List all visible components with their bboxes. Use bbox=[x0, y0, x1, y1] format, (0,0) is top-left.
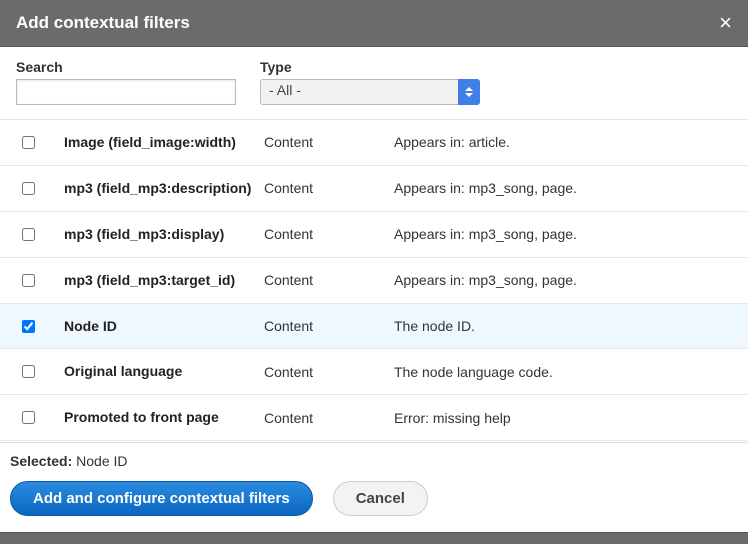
row-category: Content bbox=[264, 226, 394, 242]
submit-button[interactable]: Add and configure contextual filters bbox=[10, 481, 313, 516]
filters-bar: Search Type - All - bbox=[0, 47, 748, 120]
row-description: Error: missing help bbox=[394, 410, 740, 426]
row-checkbox[interactable] bbox=[22, 182, 35, 195]
dialog-footer: Selected: Node ID Add and configure cont… bbox=[0, 442, 748, 532]
type-select-wrap: - All - bbox=[260, 79, 480, 105]
row-category: Content bbox=[264, 134, 394, 150]
row-category: Content bbox=[264, 272, 394, 288]
row-category: Content bbox=[264, 364, 394, 380]
selected-summary: Selected: Node ID bbox=[0, 443, 748, 473]
search-label: Search bbox=[16, 59, 236, 75]
field-list: Image (field_image:width)ContentAppears … bbox=[0, 120, 748, 442]
search-group: Search bbox=[16, 59, 236, 105]
row-description: Appears in: article. bbox=[394, 134, 740, 150]
row-field-name: Image (field_image:width) bbox=[64, 133, 264, 152]
row-field-name: mp3 (field_mp3:description) bbox=[64, 179, 264, 198]
cancel-button[interactable]: Cancel bbox=[333, 481, 428, 516]
table-row[interactable]: Promoted to front pageContentError: miss… bbox=[0, 395, 748, 441]
row-category: Content bbox=[264, 318, 394, 334]
table-row[interactable]: Original languageContentThe node languag… bbox=[0, 349, 748, 395]
close-icon[interactable]: × bbox=[719, 12, 732, 34]
dialog-bottom-bar bbox=[0, 532, 748, 544]
selected-label: Selected: bbox=[10, 453, 72, 469]
dialog: Add contextual filters × Search Type - A… bbox=[0, 0, 748, 544]
row-field-name: mp3 (field_mp3:target_id) bbox=[64, 271, 264, 290]
row-checkbox-cell bbox=[8, 320, 64, 333]
row-checkbox[interactable] bbox=[22, 228, 35, 241]
table-row[interactable]: mp3 (field_mp3:target_id)ContentAppears … bbox=[0, 258, 748, 304]
table-row[interactable]: mp3 (field_mp3:display)ContentAppears in… bbox=[0, 212, 748, 258]
row-checkbox[interactable] bbox=[22, 136, 35, 149]
dialog-header: Add contextual filters × bbox=[0, 0, 748, 47]
row-field-name: Node ID bbox=[64, 317, 264, 336]
table-row[interactable]: mp3 (field_mp3:description)ContentAppear… bbox=[0, 166, 748, 212]
row-description: Appears in: mp3_song, page. bbox=[394, 226, 740, 242]
search-input[interactable] bbox=[16, 79, 236, 105]
row-checkbox-cell bbox=[8, 228, 64, 241]
button-row: Add and configure contextual filters Can… bbox=[0, 473, 748, 532]
table-row[interactable]: Node IDContentThe node ID. bbox=[0, 304, 748, 350]
row-checkbox[interactable] bbox=[22, 320, 35, 333]
row-field-name: Promoted to front page bbox=[64, 408, 264, 427]
row-checkbox-cell bbox=[8, 411, 64, 424]
row-checkbox[interactable] bbox=[22, 274, 35, 287]
row-description: Appears in: mp3_song, page. bbox=[394, 272, 740, 288]
type-select[interactable]: - All - bbox=[260, 79, 480, 105]
row-description: The node ID. bbox=[394, 318, 740, 334]
row-description: The node language code. bbox=[394, 364, 740, 380]
row-checkbox-cell bbox=[8, 365, 64, 378]
row-category: Content bbox=[264, 180, 394, 196]
selected-value: Node ID bbox=[76, 453, 127, 469]
row-checkbox-cell bbox=[8, 274, 64, 287]
row-checkbox[interactable] bbox=[22, 411, 35, 424]
row-description: Appears in: mp3_song, page. bbox=[394, 180, 740, 196]
dialog-title: Add contextual filters bbox=[16, 13, 190, 33]
row-field-name: Original language bbox=[64, 362, 264, 381]
row-checkbox-cell bbox=[8, 136, 64, 149]
type-group: Type - All - bbox=[260, 59, 480, 105]
row-field-name: mp3 (field_mp3:display) bbox=[64, 225, 264, 244]
row-checkbox[interactable] bbox=[22, 365, 35, 378]
type-label: Type bbox=[260, 59, 480, 75]
table-row[interactable]: Image (field_image:width)ContentAppears … bbox=[0, 120, 748, 166]
row-checkbox-cell bbox=[8, 182, 64, 195]
row-category: Content bbox=[264, 410, 394, 426]
